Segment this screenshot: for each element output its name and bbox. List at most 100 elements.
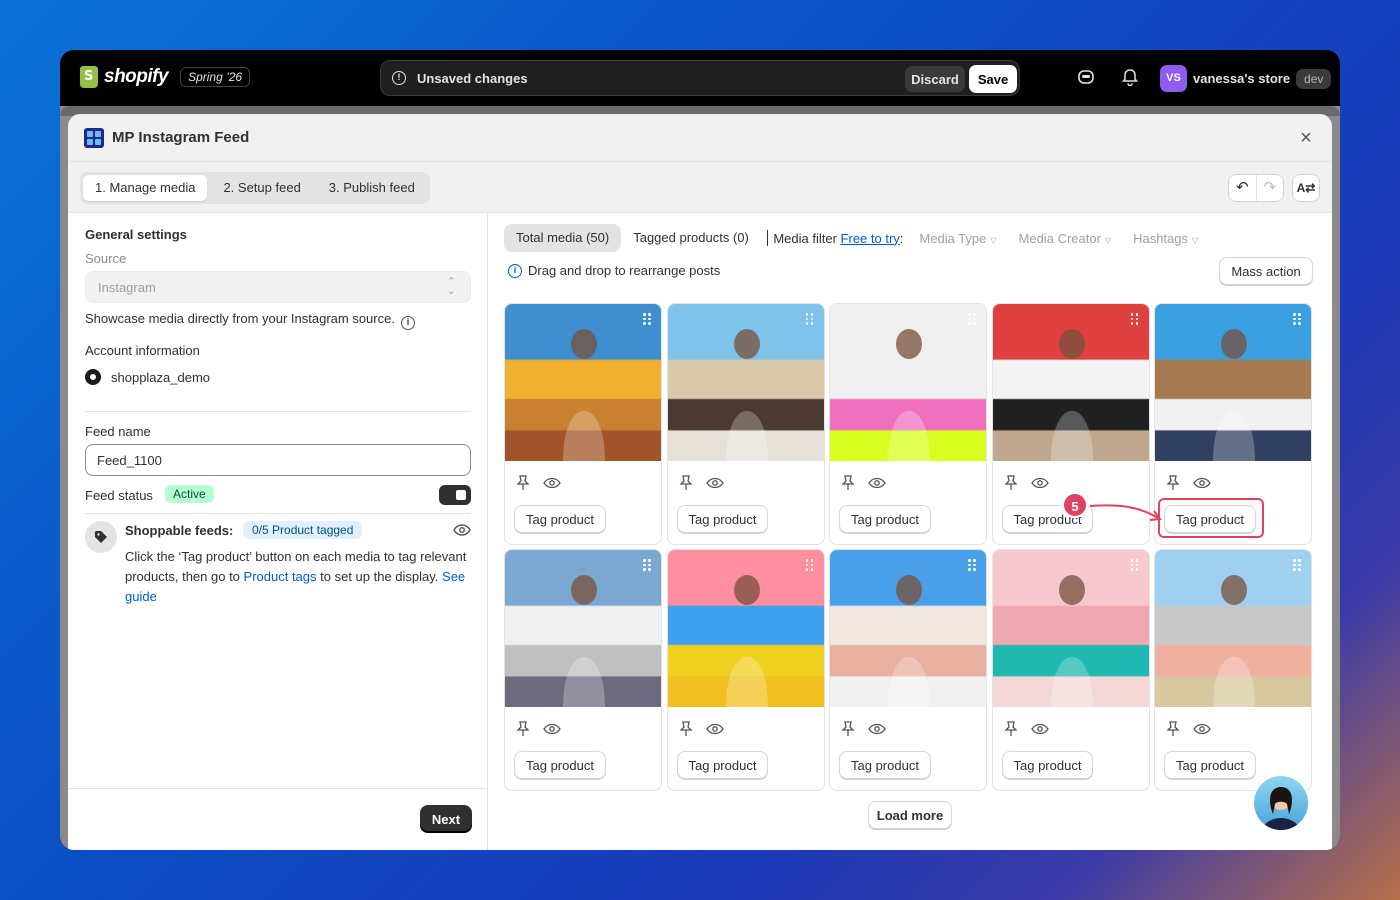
separator: [766, 230, 769, 246]
step-marker: 5: [1062, 492, 1088, 518]
account-name: shopplaza_demo: [111, 369, 211, 385]
pin-icon[interactable]: [1003, 475, 1018, 491]
eye-icon[interactable]: [705, 477, 724, 489]
tab-publish-feed[interactable]: 3. Publish feed: [317, 175, 427, 201]
eye-icon[interactable]: [1193, 723, 1211, 735]
media-card[interactable]: Tag product: [829, 549, 987, 791]
filter-media-creator[interactable]: Media Creator ▽: [1019, 231, 1112, 246]
divider: [85, 513, 471, 514]
pin-icon[interactable]: [841, 475, 855, 491]
right-panel: Total media (50) Tagged products (0) Med…: [488, 213, 1332, 850]
drag-handle-icon[interactable]: [1130, 559, 1139, 571]
left-panel: General settings Source Instagram ⌃ ⌄ Sho…: [68, 213, 488, 850]
media-image: [1155, 304, 1311, 461]
media-card[interactable]: Tag product: [504, 303, 662, 545]
tag-product-button[interactable]: Tag product: [514, 505, 606, 533]
filter-label: Media Creator: [1018, 230, 1101, 246]
drag-handle-icon[interactable]: [1130, 313, 1139, 325]
next-button[interactable]: Next: [420, 805, 472, 833]
mass-action-button[interactable]: Mass action: [1219, 257, 1313, 285]
filter-hashtags[interactable]: Hashtags ▽: [1133, 231, 1198, 246]
pin-icon[interactable]: [678, 721, 693, 737]
tag-product-button[interactable]: Tag product: [514, 751, 606, 779]
save-button[interactable]: Save: [969, 65, 1017, 93]
app-modal: MP Instagram Feed × 1. Manage media 2. S…: [68, 114, 1332, 850]
feed-status-toggle[interactable]: [439, 485, 471, 505]
drag-handle-icon[interactable]: [1293, 313, 1301, 325]
eye-icon[interactable]: [1193, 477, 1211, 489]
eye-icon[interactable]: [543, 477, 561, 489]
undo-icon[interactable]: ↶: [1229, 175, 1256, 201]
app-logo-icon: [84, 128, 104, 148]
free-to-try-link[interactable]: Free to try: [841, 231, 900, 246]
media-card[interactable]: Tag product: [666, 549, 825, 791]
drag-handle-icon[interactable]: [805, 559, 814, 571]
drag-handle-icon[interactable]: [805, 313, 814, 325]
pin-icon[interactable]: [516, 721, 530, 737]
filter-label: Hashtags: [1133, 230, 1188, 246]
eye-icon[interactable]: [868, 723, 886, 735]
tab-setup-feed[interactable]: 2. Setup feed: [211, 175, 312, 201]
product-tags-link[interactable]: Product tags: [244, 569, 317, 584]
tag-product-button[interactable]: Tag product: [839, 505, 931, 533]
drag-handle-icon[interactable]: [968, 313, 976, 325]
bell-icon[interactable]: [1120, 68, 1140, 88]
tag-product-button[interactable]: Tag product: [1164, 751, 1256, 779]
shoppable-title: Shoppable feeds:: [125, 523, 234, 538]
desc-text: to set up the display.: [316, 569, 443, 584]
media-card[interactable]: Tag product: [504, 549, 662, 791]
redo-icon[interactable]: ↷: [1255, 175, 1284, 201]
eye-icon[interactable]: [1030, 723, 1049, 735]
pin-icon[interactable]: [1003, 721, 1018, 737]
feed-name-label: Feed name: [85, 424, 151, 439]
store-menu[interactable]: VS vanessa's store dev: [1160, 65, 1332, 92]
load-more-button[interactable]: Load more: [868, 801, 952, 829]
pin-icon[interactable]: [1166, 475, 1180, 491]
avatar: VS: [1160, 65, 1187, 92]
pin-icon[interactable]: [678, 475, 693, 491]
media-card[interactable]: Tag product: [666, 303, 825, 545]
feed-name-field[interactable]: [85, 444, 471, 476]
arrow-annotation: [1089, 504, 1162, 521]
eye-icon[interactable]: [1030, 477, 1049, 489]
drag-handle-icon[interactable]: [968, 559, 976, 571]
sidekick-icon[interactable]: [1076, 68, 1096, 88]
radio-icon[interactable]: [85, 369, 101, 385]
footer-divider: [68, 788, 488, 789]
eye-icon[interactable]: [705, 723, 724, 735]
divider: [85, 411, 471, 412]
tag-product-button[interactable]: Tag product: [839, 751, 931, 779]
media-card[interactable]: Tag product: [991, 549, 1150, 791]
tab-manage-media[interactable]: 1. Manage media: [83, 175, 208, 201]
drag-handle-icon[interactable]: [1293, 559, 1301, 571]
pin-icon[interactable]: [516, 475, 530, 491]
shopify-logo[interactable]: shopify Spring ’26: [80, 66, 251, 88]
source-select: Instagram ⌃ ⌄: [85, 271, 471, 303]
close-icon[interactable]: ×: [1294, 126, 1318, 150]
media-image: [505, 304, 661, 461]
drag-handle-icon[interactable]: [643, 559, 651, 571]
eye-icon[interactable]: [453, 523, 471, 537]
support-chat-avatar[interactable]: [1254, 776, 1308, 830]
filter-media-type[interactable]: Media Type ▽: [919, 231, 996, 246]
info-icon[interactable]: i: [400, 316, 415, 330]
media-card[interactable]: Tag product: [1154, 549, 1312, 791]
tab-tagged-products[interactable]: Tagged products (0): [621, 224, 761, 252]
translate-icon[interactable]: A⇄: [1292, 174, 1320, 202]
dev-badge: dev: [1296, 68, 1332, 89]
discard-button[interactable]: Discard: [905, 66, 965, 92]
tab-total-media[interactable]: Total media (50): [504, 224, 622, 252]
eye-icon[interactable]: [543, 723, 561, 735]
account-radio[interactable]: shopplaza_demo: [85, 369, 210, 385]
media-card[interactable]: Tag product: [829, 303, 987, 545]
tag-product-button[interactable]: Tag product: [1001, 751, 1094, 779]
tag-product-button[interactable]: Tag product: [676, 751, 769, 779]
eye-icon[interactable]: [868, 477, 886, 489]
pin-icon[interactable]: [841, 721, 855, 737]
shoppable-description: Click the ‘Tag product’ button on each m…: [125, 547, 475, 607]
top-bar: shopify Spring ’26 ! Unsaved changes Dis…: [60, 50, 1340, 106]
tag-product-button[interactable]: Tag product: [676, 505, 769, 533]
drag-handle-icon[interactable]: [643, 313, 651, 325]
feed-status-label: Feed status: [85, 488, 153, 503]
pin-icon[interactable]: [1166, 721, 1180, 737]
